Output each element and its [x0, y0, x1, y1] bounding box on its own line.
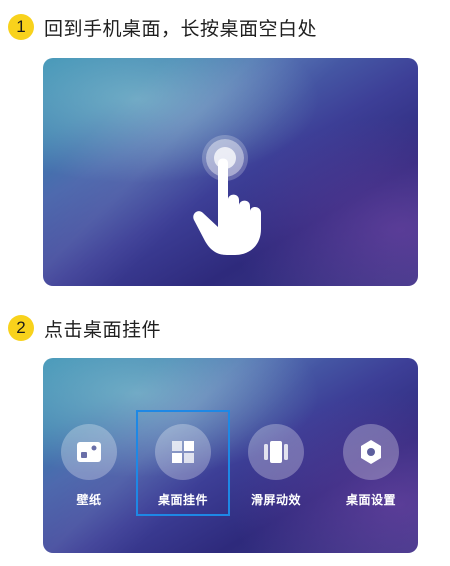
- desktop-edit-menu: 壁纸 桌面挂件 滑屏动效 桌面设置: [43, 358, 418, 553]
- menu-item-wallpaper[interactable]: 壁纸: [49, 424, 129, 508]
- step-2-badge: 2: [8, 315, 34, 341]
- step-1-badge: 1: [8, 14, 34, 40]
- settings-hexagon-icon: [361, 440, 381, 464]
- hand-press-icon: [193, 158, 261, 255]
- wallpaper-label: 壁纸: [76, 493, 102, 507]
- menu-item-widgets[interactable]: 桌面挂件: [143, 424, 223, 508]
- widgets-button[interactable]: [155, 424, 211, 480]
- home-screen-wallpaper[interactable]: [43, 58, 418, 286]
- wallpaper-button[interactable]: [61, 424, 117, 480]
- desktop-settings-label: 桌面设置: [345, 493, 396, 507]
- swipe-effects-label: 滑屏动效: [250, 493, 301, 507]
- widgets-label: 桌面挂件: [157, 493, 208, 507]
- swipe-effect-icon: [264, 441, 288, 463]
- swipe-effects-button[interactable]: [248, 424, 304, 480]
- menu-item-desktop-settings[interactable]: 桌面设置: [331, 424, 411, 508]
- step-2-heading: 2 点击桌面挂件: [8, 313, 161, 343]
- widget-icon: [172, 441, 194, 463]
- step-1-text: 回到手机桌面，长按桌面空白处: [44, 17, 318, 40]
- wallpaper-icon: [77, 442, 101, 462]
- desktop-settings-button[interactable]: [343, 424, 399, 480]
- step-2-text: 点击桌面挂件: [44, 318, 162, 341]
- menu-item-swipe-effects[interactable]: 滑屏动效: [236, 424, 316, 508]
- step-1-heading: 1 回到手机桌面，长按桌面空白处: [8, 12, 317, 42]
- desktop-edit-screen: 壁纸 桌面挂件 滑屏动效 桌面设置: [43, 358, 418, 553]
